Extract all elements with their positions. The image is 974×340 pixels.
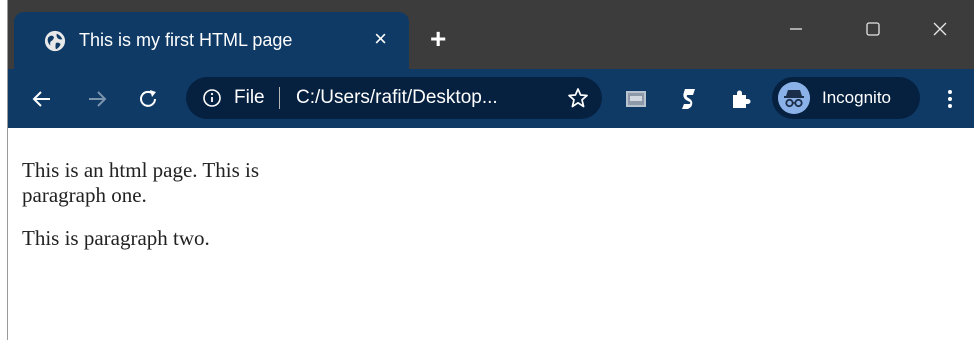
window-edge xyxy=(0,0,8,340)
globe-icon xyxy=(44,30,66,52)
url-text[interactable]: C:/Users/rafit/Desktop... xyxy=(296,87,498,109)
bookmark-star-icon[interactable] xyxy=(566,86,590,110)
page-content: This is an html page. This is paragraph … xyxy=(22,158,322,269)
incognito-profile-button[interactable]: Incognito xyxy=(772,77,920,119)
back-arrow-icon[interactable] xyxy=(28,85,56,113)
close-icon[interactable]: × xyxy=(374,28,387,50)
puzzle-icon[interactable] xyxy=(726,85,754,113)
extension-s-icon[interactable] xyxy=(675,85,703,113)
omnibox-divider xyxy=(279,87,280,109)
browser-toolbar: File C:/Users/rafit/Desktop... Incognito xyxy=(8,69,974,128)
kebab-menu-icon[interactable] xyxy=(940,85,960,113)
incognito-icon xyxy=(778,82,810,114)
plus-icon[interactable]: + xyxy=(430,25,446,53)
scheme-label: File xyxy=(234,87,265,108)
maximize-icon[interactable] xyxy=(847,10,899,48)
incognito-label: Incognito xyxy=(822,88,891,107)
address-bar[interactable]: File C:/Users/rafit/Desktop... xyxy=(186,77,602,119)
tab-title: This is my first HTML page xyxy=(79,30,293,50)
paragraph-two: This is paragraph two. xyxy=(22,226,210,250)
paragraph-one: This is an html page. This is paragraph … xyxy=(22,158,260,207)
extension-image-icon[interactable] xyxy=(622,85,650,113)
minimize-icon[interactable] xyxy=(770,10,822,48)
reload-icon[interactable] xyxy=(134,85,162,113)
browser-tab[interactable]: This is my first HTML page × xyxy=(14,12,409,69)
info-icon[interactable] xyxy=(202,88,222,108)
window-close-icon[interactable] xyxy=(914,10,966,48)
forward-arrow-icon[interactable] xyxy=(83,85,111,113)
